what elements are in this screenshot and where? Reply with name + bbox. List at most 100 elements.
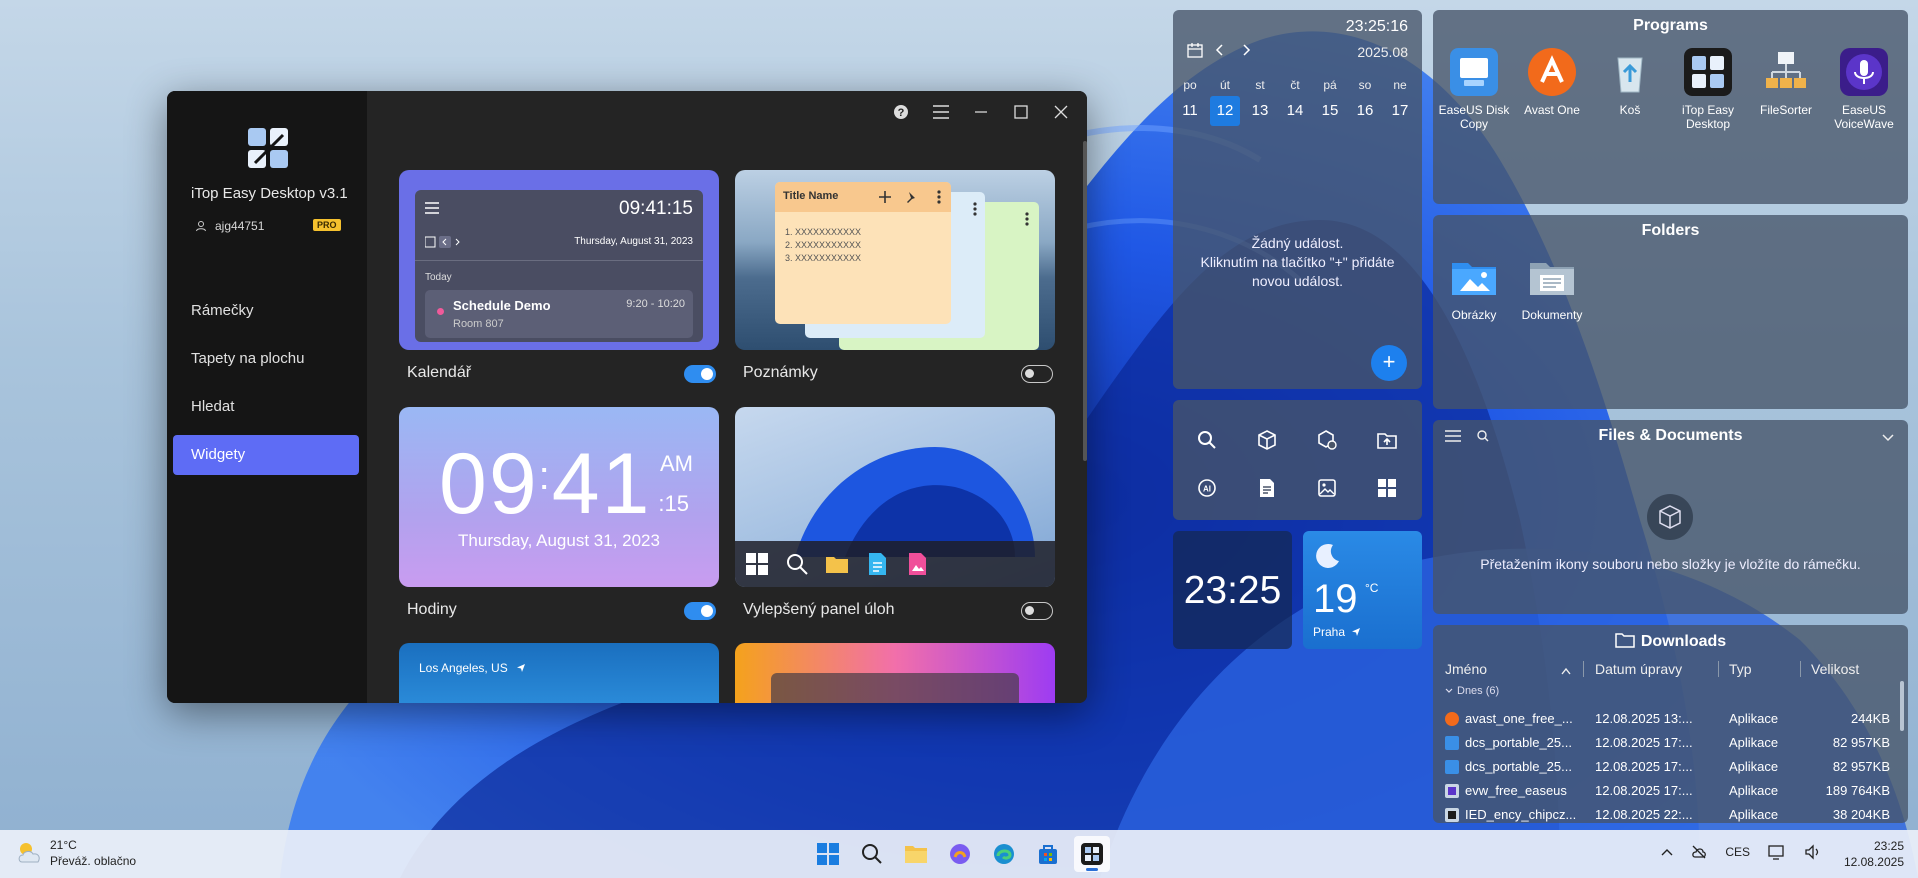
taskbar-clock[interactable]: 23:25 12.08.2025 bbox=[1844, 838, 1904, 870]
nav-item-search[interactable]: Hledat bbox=[173, 387, 359, 427]
note-line: 3. XXXXXXXXXXX bbox=[785, 253, 862, 263]
preview-time: 09:41:15 bbox=[619, 198, 693, 219]
day-cell[interactable]: 17 bbox=[1385, 96, 1415, 126]
disk-copy-icon bbox=[1445, 736, 1459, 750]
clock-widget-time: 23:25 bbox=[1183, 569, 1282, 612]
chevron-up-icon[interactable] bbox=[1661, 848, 1673, 856]
volume-icon[interactable] bbox=[1804, 844, 1822, 860]
file-size: 82 957KB bbox=[1832, 759, 1890, 774]
taskbar-search-button[interactable] bbox=[854, 836, 890, 872]
program-label: Avast One bbox=[1524, 103, 1580, 117]
scrollbar-thumb[interactable] bbox=[1900, 681, 1904, 731]
sort-asc-icon[interactable] bbox=[1561, 667, 1571, 675]
calendar-widget-preview[interactable]: 09:41:15 Thursday, August 31, 2023 Today… bbox=[399, 170, 719, 350]
empty-line: Žádný událost. bbox=[1251, 235, 1344, 251]
file-name: dcs_portable_25... bbox=[1465, 759, 1572, 774]
column-divider[interactable] bbox=[1718, 661, 1719, 677]
svg-text:?: ? bbox=[898, 107, 905, 119]
notes-toggle[interactable] bbox=[1021, 365, 1053, 383]
language-indicator[interactable]: CES bbox=[1725, 845, 1750, 859]
weekday-label: út bbox=[1219, 78, 1230, 92]
close-button[interactable] bbox=[1043, 97, 1079, 127]
column-name[interactable]: Jméno bbox=[1445, 661, 1487, 677]
chevron-down-icon[interactable] bbox=[1882, 434, 1894, 442]
column-divider[interactable] bbox=[1583, 661, 1584, 677]
quick-search-button[interactable] bbox=[1177, 426, 1237, 454]
preview-date: Thursday, August 31, 2023 bbox=[574, 236, 693, 247]
nav-item-widgets[interactable]: Widgety bbox=[173, 435, 359, 475]
documents-folder-icon bbox=[1530, 263, 1574, 295]
quick-images-button[interactable] bbox=[1297, 474, 1357, 502]
day-cell[interactable]: 11 bbox=[1175, 96, 1205, 126]
store-button[interactable] bbox=[1030, 836, 1066, 872]
help-button[interactable]: ? bbox=[883, 97, 919, 127]
column-size[interactable]: Velikost bbox=[1811, 661, 1859, 677]
program-filesorter[interactable]: FileSorter bbox=[1747, 48, 1825, 117]
quick-bar-widget-preview[interactable] bbox=[735, 643, 1055, 703]
quick-apps-button[interactable] bbox=[1297, 426, 1357, 454]
day-cell[interactable]: 16 bbox=[1350, 96, 1380, 126]
program-avast-one[interactable]: Avast One bbox=[1513, 48, 1591, 117]
program-itop-easy-desktop[interactable]: iTop Easy Desktop bbox=[1669, 48, 1747, 131]
taskbar-widget-preview[interactable] bbox=[735, 407, 1055, 587]
cube-icon bbox=[1258, 430, 1276, 450]
clock-widget-preview[interactable]: 09:41 AM :15 Thursday, August 31, 2023 bbox=[399, 407, 719, 587]
chevron-right-icon[interactable] bbox=[1241, 44, 1251, 56]
itop-taskbar-button[interactable] bbox=[1074, 836, 1110, 872]
table-row[interactable]: dcs_portable_25... 12.08.2025 17:... Apl… bbox=[1433, 755, 1908, 779]
user-account[interactable]: ajg44751 bbox=[195, 219, 264, 233]
network-icon[interactable] bbox=[1768, 844, 1786, 860]
chevron-left-icon[interactable] bbox=[1215, 44, 1225, 56]
itop-icon bbox=[1684, 48, 1732, 96]
taskbar-toggle[interactable] bbox=[1021, 602, 1053, 620]
clock-date: Thursday, August 31, 2023 bbox=[458, 531, 660, 550]
notes-widget-preview[interactable]: Title Name 1. XXXXXXXXXXX 2. XXXXXXXXXXX… bbox=[735, 170, 1055, 350]
clock-separator: : bbox=[538, 454, 552, 498]
clock-widget: 23:25 bbox=[1173, 531, 1292, 649]
calendar-preview-panel: 09:41:15 Thursday, August 31, 2023 Today… bbox=[415, 190, 703, 342]
program-easeus-voicewave[interactable]: EaseUS VoiceWave bbox=[1825, 48, 1903, 131]
folder-pictures[interactable]: Obrázky bbox=[1435, 253, 1513, 322]
copilot-button[interactable] bbox=[942, 836, 978, 872]
add-event-button[interactable]: + bbox=[1371, 345, 1407, 381]
table-row[interactable]: IED_ency_chipcz... 12.08.2025 22:... Apl… bbox=[1433, 803, 1908, 823]
calendar-icon[interactable] bbox=[1187, 42, 1203, 58]
day-cell[interactable]: 14 bbox=[1280, 96, 1310, 126]
minimize-button[interactable] bbox=[963, 97, 999, 127]
nav-item-wallpapers[interactable]: Tapety na plochu bbox=[173, 339, 359, 379]
program-recycle-bin[interactable]: Koš bbox=[1591, 48, 1669, 117]
file-explorer-button[interactable] bbox=[898, 836, 934, 872]
day-cell[interactable]: 13 bbox=[1245, 96, 1275, 126]
quick-3d-button[interactable] bbox=[1237, 426, 1297, 454]
quick-docs-button[interactable] bbox=[1237, 474, 1297, 502]
weather-widget-preview[interactable]: Los Angeles, US bbox=[399, 643, 719, 703]
day-cell[interactable]: 15 bbox=[1315, 96, 1345, 126]
maximize-button[interactable] bbox=[1003, 97, 1039, 127]
quick-windows-button[interactable] bbox=[1357, 474, 1417, 502]
column-type[interactable]: Typ bbox=[1729, 661, 1752, 677]
edge-button[interactable] bbox=[986, 836, 1022, 872]
program-easeus-disk-copy[interactable]: EaseUS Disk Copy bbox=[1435, 48, 1513, 131]
menu-button[interactable] bbox=[923, 97, 959, 127]
windows-taskbar: 21°C Převáž. oblačno CES 23:25 12.08.202… bbox=[0, 830, 1918, 878]
nav-item-frames[interactable]: Rámečky bbox=[173, 291, 359, 331]
calendar-toggle[interactable] bbox=[684, 365, 716, 383]
image-file-icon bbox=[909, 553, 926, 575]
table-row[interactable]: avast_one_free_... 12.08.2025 13:... Apl… bbox=[1433, 707, 1908, 731]
start-button[interactable] bbox=[810, 836, 846, 872]
group-label: Dnes (6) bbox=[1457, 685, 1500, 697]
weather-desc: Převáž. oblačno bbox=[50, 854, 137, 868]
folder-documents[interactable]: Dokumenty bbox=[1513, 253, 1591, 322]
day-cell-selected[interactable]: 12 bbox=[1210, 96, 1240, 126]
folders-title: Folders bbox=[1641, 222, 1700, 239]
table-row[interactable]: evw_free_easeus 12.08.2025 17:... Aplika… bbox=[1433, 779, 1908, 803]
clock-toggle[interactable] bbox=[684, 602, 716, 620]
quick-folder-button[interactable] bbox=[1357, 426, 1417, 454]
table-row[interactable]: dcs_portable_25... 12.08.2025 17:... Apl… bbox=[1433, 731, 1908, 755]
cloud-off-icon[interactable] bbox=[1691, 844, 1707, 860]
scrollbar-thumb[interactable] bbox=[1083, 141, 1087, 461]
quick-ai-button[interactable]: AI bbox=[1177, 474, 1237, 502]
group-header[interactable]: Dnes (6) bbox=[1445, 685, 1499, 697]
column-date[interactable]: Datum úpravy bbox=[1595, 661, 1682, 677]
column-divider[interactable] bbox=[1800, 661, 1801, 677]
